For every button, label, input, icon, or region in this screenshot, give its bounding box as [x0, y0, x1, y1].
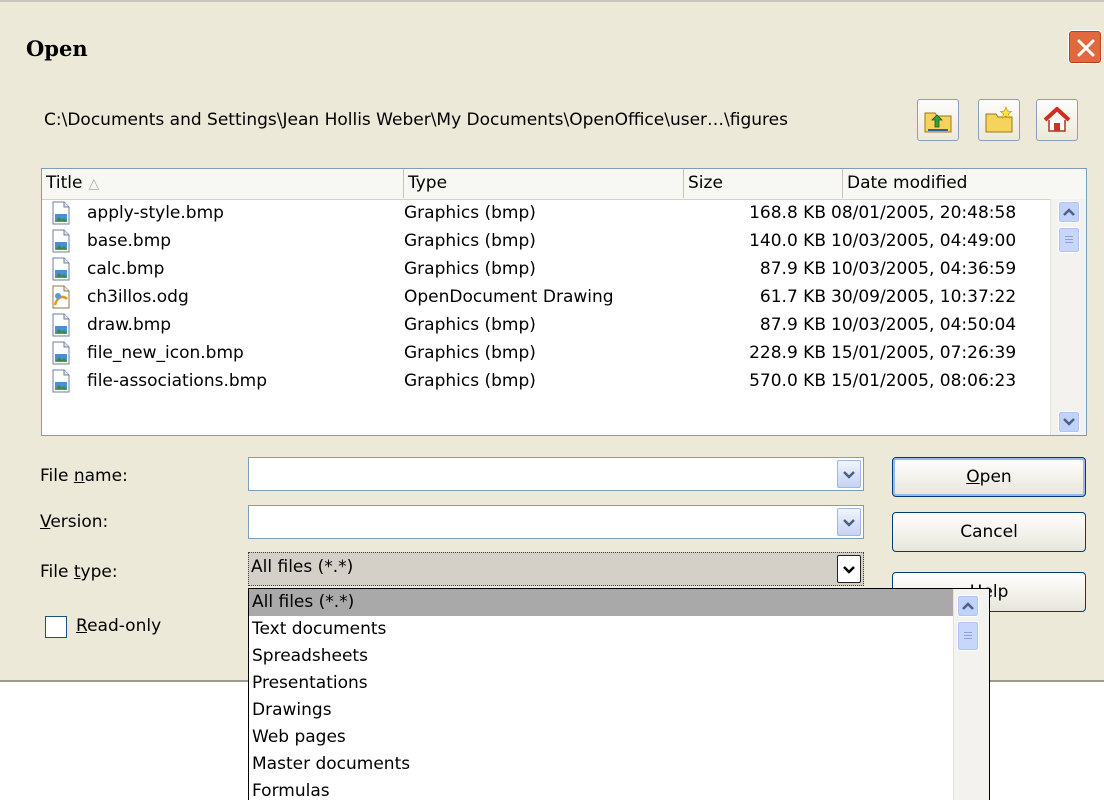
file-type-label: File type:: [40, 562, 118, 582]
readonly-label[interactable]: Read-only: [76, 616, 161, 636]
close-button[interactable]: [1068, 30, 1102, 64]
file-row[interactable]: file_new_icon.bmp Graphics (bmp) 228.9 K…: [42, 339, 1048, 367]
file-list[interactable]: Title △ Type Size Date modified apply-sty…: [41, 168, 1087, 436]
version-dropdown-button[interactable]: [837, 508, 861, 536]
file-type: OpenDocument Drawing: [404, 287, 614, 307]
file-type-combo[interactable]: All files (*.*): [248, 552, 864, 586]
file-name: apply-style.bmp: [87, 203, 224, 223]
file-type-option[interactable]: Master documents: [249, 751, 953, 778]
scroll-up-button[interactable]: [957, 595, 979, 617]
bitmap-file-icon: [52, 369, 70, 393]
file-type: Graphics (bmp): [404, 315, 536, 335]
file-date: 30/09/2005, 10:37:22: [831, 287, 1017, 307]
file-size: 140.0 KB: [749, 231, 826, 251]
file-type-option[interactable]: All files (*.*): [249, 589, 953, 616]
current-path: C:\Documents and Settings\Jean Hollis We…: [44, 110, 788, 130]
sort-ascending-icon: △: [88, 176, 100, 192]
file-size: 61.7 KB: [759, 287, 826, 307]
file-type-option[interactable]: Spreadsheets: [249, 643, 953, 670]
folder-up-icon: [924, 112, 952, 133]
file-size: 168.8 KB: [749, 203, 826, 223]
file-type: Graphics (bmp): [404, 371, 536, 391]
chevron-down-icon: [843, 566, 855, 574]
file-size: 228.9 KB: [749, 343, 826, 363]
bitmap-file-icon: [52, 257, 70, 281]
home-icon: [1043, 107, 1071, 132]
open-button[interactable]: Open: [892, 457, 1086, 497]
bitmap-file-icon: [52, 313, 70, 337]
file-type-option[interactable]: Web pages: [249, 724, 953, 751]
file-type: Graphics (bmp): [404, 259, 536, 279]
file-date: 15/01/2005, 07:26:39: [831, 343, 1017, 363]
chevron-down-icon: [843, 471, 855, 479]
scroll-up-button[interactable]: [1058, 201, 1080, 223]
file-name: file_new_icon.bmp: [87, 343, 244, 363]
chevron-up-icon: [962, 602, 974, 610]
folder-up-button[interactable]: [917, 99, 959, 141]
dialog-title: Open: [26, 36, 88, 61]
column-header-date[interactable]: Date modified: [843, 169, 1086, 198]
file-name: draw.bmp: [87, 315, 172, 335]
file-row[interactable]: base.bmp Graphics (bmp) 140.0 KB 10/03/2…: [42, 227, 1048, 255]
file-date: 08/01/2005, 20:48:58: [831, 203, 1017, 223]
file-type: Graphics (bmp): [404, 203, 536, 223]
column-header-title[interactable]: Title △: [42, 169, 404, 198]
chevron-up-icon: [1063, 208, 1075, 216]
file-name: file-associations.bmp: [87, 371, 268, 391]
file-size: 87.9 KB: [759, 259, 826, 279]
bitmap-file-icon: [52, 341, 70, 365]
new-folder-icon: [985, 106, 1013, 133]
file-name-label: File name:: [40, 466, 128, 486]
scroll-down-button[interactable]: [1058, 411, 1080, 433]
file-type: Graphics (bmp): [404, 231, 536, 251]
file-date: 10/03/2005, 04:36:59: [831, 259, 1017, 279]
chevron-down-icon: [843, 519, 855, 527]
file-name-dropdown-button[interactable]: [837, 460, 861, 488]
file-type-option[interactable]: Formulas: [249, 778, 953, 800]
bitmap-file-icon: [52, 229, 70, 253]
file-date: 10/03/2005, 04:50:04: [831, 315, 1017, 335]
open-dialog: Open C:\Documents and Settings\Jean Holl…: [0, 0, 1104, 682]
new-folder-button[interactable]: [978, 99, 1020, 141]
drawing-file-icon: [52, 285, 70, 309]
file-date: 15/01/2005, 08:06:23: [831, 371, 1017, 391]
file-size: 570.0 KB: [749, 371, 826, 391]
file-name: base.bmp: [87, 231, 172, 251]
file-row[interactable]: draw.bmp Graphics (bmp) 87.9 KB 10/03/20…: [42, 311, 1048, 339]
file-row[interactable]: file-associations.bmp Graphics (bmp) 570…: [42, 367, 1048, 395]
column-header-type[interactable]: Type: [404, 169, 684, 198]
file-name-combo[interactable]: [248, 457, 864, 491]
file-row[interactable]: apply-style.bmp Graphics (bmp) 168.8 KB …: [42, 199, 1048, 227]
file-name: ch3illos.odg: [87, 287, 189, 307]
file-list-scrollbar[interactable]: [1050, 199, 1086, 435]
close-icon: [1077, 39, 1095, 57]
file-type-option[interactable]: Text documents: [249, 616, 953, 643]
file-type-option[interactable]: Presentations: [249, 670, 953, 697]
file-size: 87.9 KB: [759, 315, 826, 335]
home-button[interactable]: [1036, 99, 1078, 141]
file-type-dropdown-button[interactable]: [837, 555, 861, 583]
version-label: Version:: [40, 512, 109, 532]
file-name: calc.bmp: [87, 259, 165, 279]
cancel-button[interactable]: Cancel: [892, 512, 1086, 552]
scroll-thumb[interactable]: [957, 621, 979, 651]
readonly-checkbox[interactable]: [45, 616, 67, 638]
file-row[interactable]: ch3illos.odg OpenDocument Drawing 61.7 K…: [42, 283, 1048, 311]
file-date: 10/03/2005, 04:49:00: [831, 231, 1017, 251]
column-header-size[interactable]: Size: [684, 169, 843, 198]
scroll-thumb[interactable]: [1058, 227, 1080, 253]
file-list-header: Title △ Type Size Date modified: [42, 169, 1086, 200]
file-type-scrollbar[interactable]: [953, 589, 989, 800]
version-combo[interactable]: [248, 505, 864, 539]
file-row[interactable]: calc.bmp Graphics (bmp) 87.9 KB 10/03/20…: [42, 255, 1048, 283]
file-type-value[interactable]: All files (*.*): [251, 557, 353, 577]
file-type: Graphics (bmp): [404, 343, 536, 363]
chevron-down-icon: [1063, 418, 1075, 426]
file-type-option[interactable]: Drawings: [249, 697, 953, 724]
file-type-dropdown-list[interactable]: All files (*.*) Text documents Spreadshe…: [248, 588, 990, 800]
bitmap-file-icon: [52, 201, 70, 225]
